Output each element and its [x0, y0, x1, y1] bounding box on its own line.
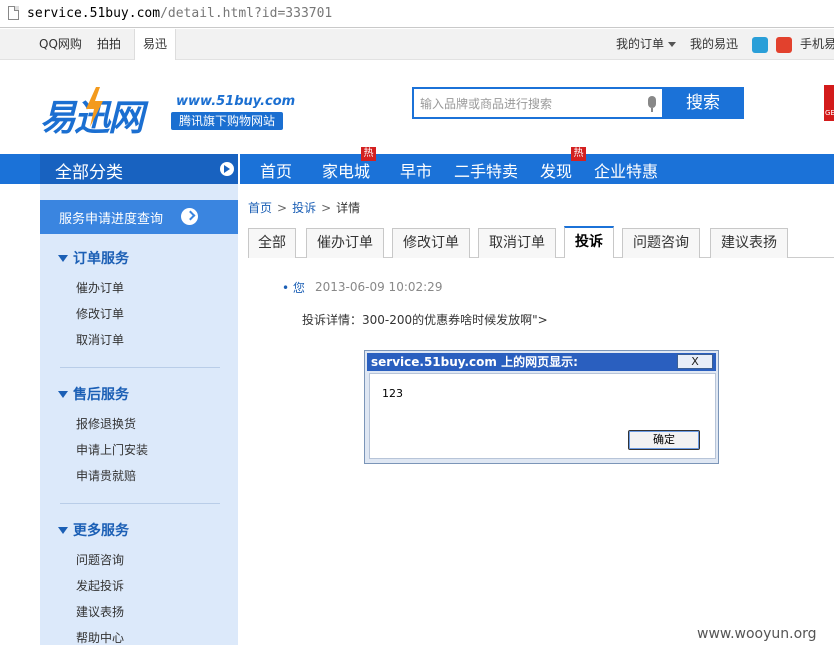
all-categories-menu[interactable]: 全部分类 [40, 154, 240, 184]
section-title-order[interactable]: 订单服务 [58, 248, 129, 268]
dialog-title: service.51buy.com 上的网页显示: [371, 355, 578, 369]
sidebar-link-urge-order[interactable]: 催办订单 [76, 279, 124, 296]
service-progress-label: 服务申请进度查询 [59, 212, 164, 227]
tencent-weibo-icon[interactable] [752, 37, 768, 53]
tab-all[interactable]: 全部 [248, 228, 296, 258]
page-document-icon [8, 6, 19, 20]
dialog-message: 123 [382, 387, 403, 400]
nav-item-enterprise[interactable]: 企业特惠 [594, 158, 658, 182]
entry-detail: 投诉详情：300-200的优惠券啥时候发放啊"> [302, 313, 548, 327]
site-tab-qq[interactable]: QQ网购 [39, 29, 82, 60]
section-title-aftersales[interactable]: 售后服务 [58, 384, 129, 404]
search-button[interactable]: 搜索 [662, 87, 744, 119]
section-divider [60, 503, 220, 504]
site-tab-yixun[interactable]: 易迅 [134, 29, 177, 60]
nav-item-discover[interactable]: 发现热 [540, 147, 586, 182]
breadcrumb-separator: > [277, 201, 288, 215]
section-title-aftersales-label: 售后服务 [73, 387, 129, 403]
service-sidebar: 服务申请进度查询 订单服务 催办订单 修改订单 取消订单 售后服务 报修退换货 … [40, 184, 238, 645]
section-title-order-label: 订单服务 [73, 251, 129, 267]
triangle-down-icon [58, 526, 68, 534]
logo-url: www.51buy.com [176, 94, 296, 109]
tab-cancel-order[interactable]: 取消订单 [478, 228, 556, 258]
ok-button[interactable]: 确定 [628, 430, 700, 450]
nav-item-appliances-label: 家电城 [322, 162, 371, 181]
tab-suggestion[interactable]: 建议表扬 [710, 228, 788, 258]
search-input[interactable] [420, 94, 640, 114]
sidebar-link-suggestion[interactable]: 建议表扬 [76, 603, 124, 620]
tab-inquiry[interactable]: 问题咨询 [622, 228, 700, 258]
chevron-right-icon [181, 208, 198, 225]
breadcrumb-complaint[interactable]: 投诉 [292, 201, 316, 215]
all-categories-label: 全部分类 [55, 163, 123, 183]
entry-author: • 您 [282, 281, 305, 295]
dialog-titlebar[interactable]: service.51buy.com 上的网页显示: X [367, 353, 716, 371]
tab-modify-order[interactable]: 修改订单 [392, 228, 470, 258]
nav-item-morning-market[interactable]: 早市 [400, 158, 432, 182]
sidebar-link-help-center[interactable]: 帮助中心 [76, 629, 124, 645]
sidebar-link-complaint[interactable]: 发起投诉 [76, 577, 124, 594]
browser-page: service.51buy.com/detail.html?id=333701 … [0, 0, 834, 645]
hot-badge: 热 [361, 147, 376, 161]
breadcrumb-home[interactable]: 首页 [248, 201, 272, 215]
breadcrumb: 首页 > 投诉 > 详情 [248, 199, 360, 216]
sidebar-link-repair-return[interactable]: 报修退换货 [76, 415, 136, 432]
url-text[interactable]: service.51buy.com/detail.html?id=333701 [27, 6, 332, 21]
site-tab-paipai[interactable]: 拍拍 [97, 29, 121, 60]
tab-complaint[interactable]: 投诉 [564, 226, 614, 258]
triangle-down-icon [58, 254, 68, 262]
search-box [412, 87, 664, 119]
breadcrumb-current: 详情 [336, 201, 361, 215]
hot-badge: 热 [571, 147, 586, 161]
nav-item-home[interactable]: 首页 [260, 158, 292, 182]
section-title-more[interactable]: 更多服务 [58, 520, 129, 540]
main-nav: 全部分类 首页 家电城热 早市 二手特卖 发现热 企业特惠 [0, 147, 834, 184]
service-tabs: 全部 催办订单 修改订单 取消订单 投诉 问题咨询 建议表扬 [248, 226, 834, 258]
dialog-body: 123 确定 [369, 373, 716, 459]
sidebar-link-inquiry[interactable]: 问题咨询 [76, 551, 124, 568]
entry-timestamp: 2013-06-09 10:02:29 [315, 280, 443, 294]
sidebar-link-home-install[interactable]: 申请上门安装 [76, 441, 148, 458]
nav-item-second-hand[interactable]: 二手特卖 [454, 158, 518, 182]
microphone-icon[interactable] [648, 96, 656, 112]
url-path: /detail.html?id=333701 [160, 6, 333, 21]
alert-dialog: service.51buy.com 上的网页显示: X 123 确定 [364, 350, 719, 464]
sidebar-link-modify-order[interactable]: 修改订单 [76, 305, 124, 322]
lightning-bolt-icon [86, 87, 103, 127]
url-host: service.51buy.com [27, 6, 161, 21]
close-icon[interactable]: X [677, 354, 713, 369]
nav-item-appliances[interactable]: 家电城热 [322, 147, 376, 182]
arrow-right-icon [220, 162, 234, 176]
my-orders-menu[interactable]: 我的订单 [616, 29, 677, 60]
promo-badge-text: GE [825, 109, 834, 117]
promo-badge[interactable]: GE [824, 85, 834, 121]
nav-item-discover-label: 发现 [540, 162, 573, 181]
sidebar-link-price-compensation[interactable]: 申请贵就赔 [76, 467, 136, 484]
address-bar[interactable]: service.51buy.com/detail.html?id=333701 [0, 0, 834, 28]
site-header: 易迅网 www.51buy.com 腾讯旗下购物网站 搜索 GE [0, 61, 834, 154]
watermark: www.wooyun.org [697, 626, 817, 642]
my-yixun-link[interactable]: 我的易迅 [690, 29, 738, 60]
chevron-down-icon [668, 42, 677, 47]
sidebar-link-cancel-order[interactable]: 取消订单 [76, 331, 124, 348]
site-topbar: QQ网购 拍拍 易迅 我的订单 我的易迅 手机易 [0, 29, 834, 60]
my-orders-label: 我的订单 [616, 37, 665, 51]
breadcrumb-separator: > [321, 201, 332, 215]
logo-tagline: 腾讯旗下购物网站 [171, 112, 283, 130]
sina-weibo-icon[interactable] [776, 37, 792, 53]
section-title-more-label: 更多服务 [73, 523, 129, 539]
section-divider [60, 367, 220, 368]
triangle-down-icon [58, 390, 68, 398]
mobile-link[interactable]: 手机易 [800, 29, 834, 60]
service-progress-button[interactable]: 服务申请进度查询 [40, 200, 238, 234]
tab-urge-order[interactable]: 催办订单 [306, 228, 384, 258]
